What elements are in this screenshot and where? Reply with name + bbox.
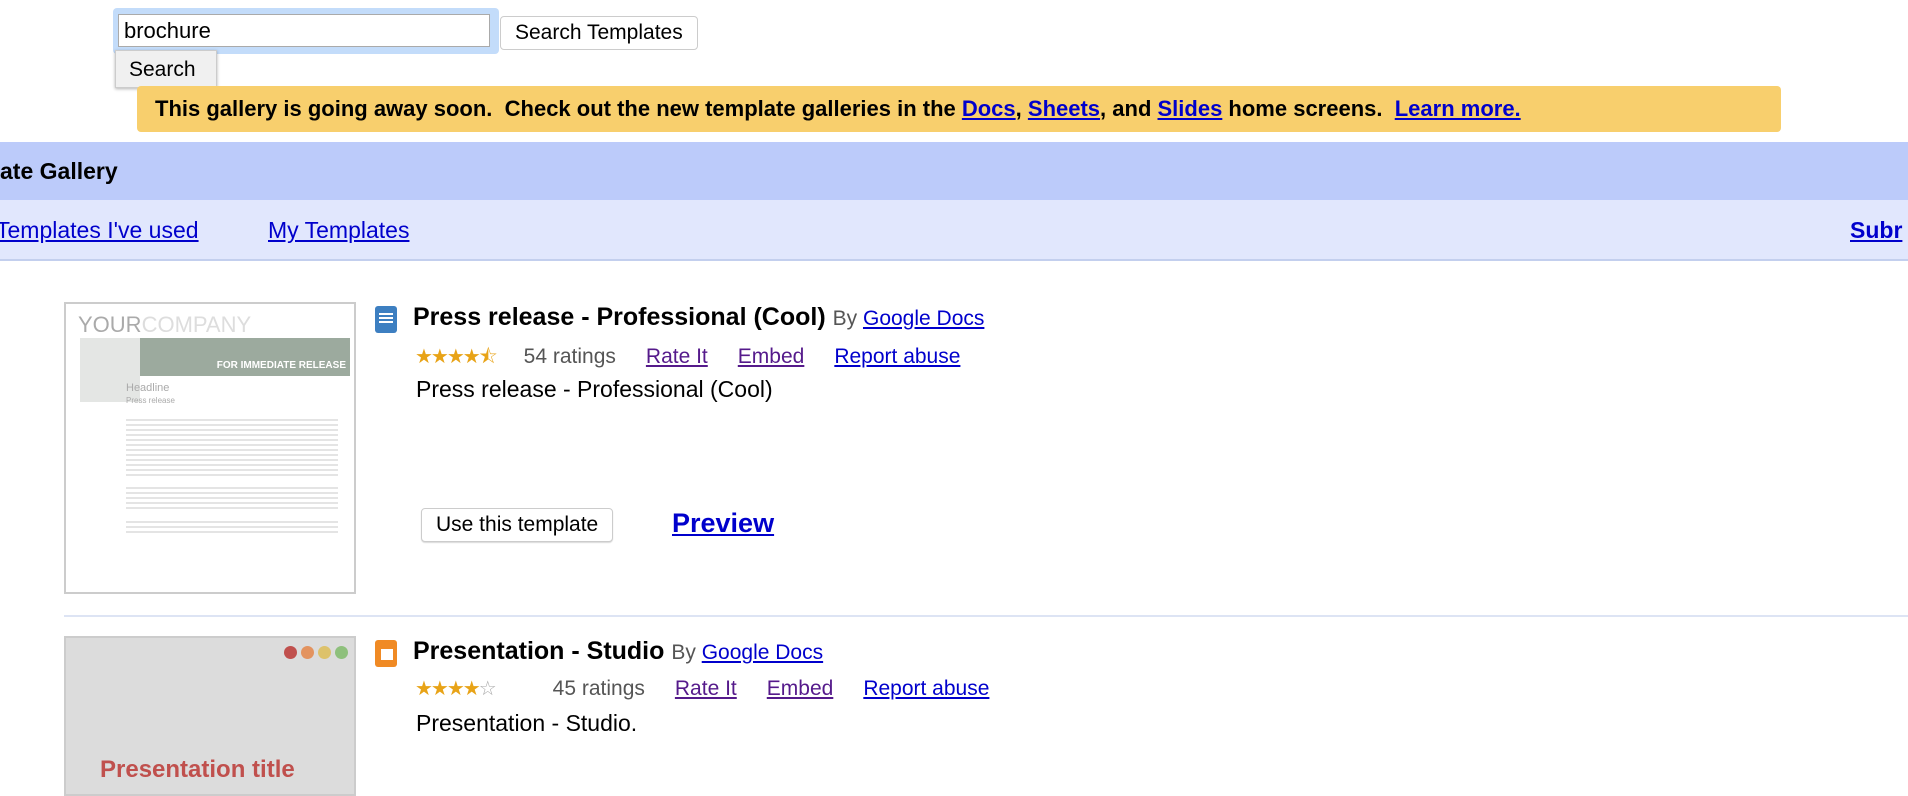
author-link[interactable]: Google Docs	[863, 307, 984, 330]
search-templates-button[interactable]: Search Templates	[500, 16, 698, 50]
learn-more-link[interactable]: Learn more.	[1395, 96, 1521, 121]
embed-link[interactable]: Embed	[767, 677, 834, 700]
search-input[interactable]	[118, 14, 490, 47]
presentation-icon	[375, 640, 397, 667]
ratings-count: 54 ratings	[523, 345, 616, 368]
thumb-sub: Press release	[126, 396, 175, 405]
report-abuse-link[interactable]: Report abuse	[863, 677, 989, 700]
document-icon	[375, 306, 397, 333]
thumb-title: Presentation title	[100, 756, 295, 783]
template-thumbnail[interactable]: Presentation title	[64, 636, 356, 796]
star-rating: ★★★★☆	[415, 678, 497, 700]
gallery-header: ate Gallery	[0, 142, 1908, 200]
ratings-count: 45 ratings	[552, 677, 645, 700]
banner-text: This gallery is going away soon. Check o…	[155, 96, 962, 121]
template-description: Presentation - Studio.	[416, 710, 638, 736]
deprecation-banner: This gallery is going away soon. Check o…	[137, 86, 1781, 132]
page-title: ate Gallery	[0, 158, 118, 184]
banner-sep: ,	[1015, 96, 1028, 121]
template-thumbnail[interactable]: YOURCOMPANY FOR IMMEDIATE RELEASE Headli…	[64, 302, 356, 594]
submit-template-link[interactable]: Subr	[1850, 200, 1902, 260]
report-abuse-link[interactable]: Report abuse	[834, 345, 960, 368]
author-link[interactable]: Google Docs	[702, 641, 823, 664]
sheets-link[interactable]: Sheets	[1028, 96, 1100, 121]
template-title[interactable]: Press release - Professional (Cool) By G…	[413, 303, 984, 332]
templates-used-link[interactable]: Templates I've used	[0, 200, 199, 260]
gallery-nav: Templates I've used My Templates Subr	[0, 200, 1908, 261]
use-template-button[interactable]: Use this template	[421, 508, 614, 542]
divider	[64, 615, 1908, 617]
template-description: Press release - Professional (Cool)	[416, 376, 773, 402]
rate-it-link[interactable]: Rate It	[646, 345, 708, 368]
banner-sep: , and	[1100, 96, 1158, 121]
rating-row: ★★★★⯪ 54 ratings Rate It Embed Report abuse	[415, 342, 990, 376]
embed-link[interactable]: Embed	[738, 345, 805, 368]
slides-link[interactable]: Slides	[1158, 96, 1223, 121]
my-templates-link[interactable]: My Templates	[268, 200, 409, 260]
rating-row: ★★★★☆ 45 ratings Rate It Embed Report abuse	[415, 676, 1019, 701]
thumb-headline: Headline	[126, 382, 170, 394]
by-label: By	[671, 641, 696, 664]
docs-link[interactable]: Docs	[962, 96, 1016, 121]
rate-it-link[interactable]: Rate It	[675, 677, 737, 700]
thumb-company: YOUR	[78, 312, 142, 337]
preview-link[interactable]: Preview	[672, 508, 774, 539]
banner-text: home screens.	[1222, 96, 1395, 121]
thumb-release: FOR IMMEDIATE RELEASE	[140, 338, 350, 376]
thumb-company: COMPANY	[141, 312, 252, 337]
autocomplete-suggestion[interactable]: Search	[115, 50, 217, 88]
template-title[interactable]: Presentation - Studio By Google Docs	[413, 637, 823, 666]
star-rating: ★★★★⯪	[415, 346, 498, 368]
by-label: By	[832, 307, 858, 330]
